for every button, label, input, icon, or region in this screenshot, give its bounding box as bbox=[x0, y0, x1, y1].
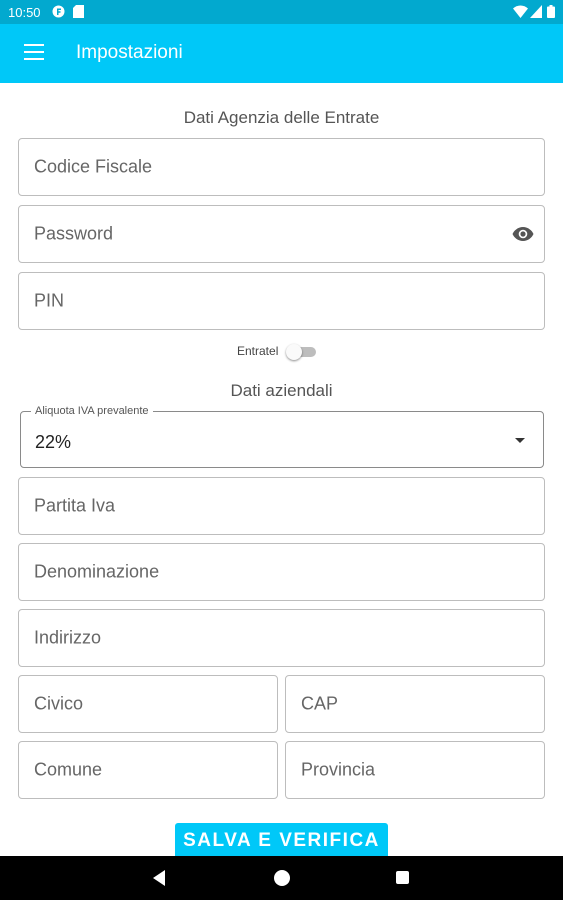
indirizzo-placeholder: Indirizzo bbox=[34, 627, 102, 648]
provincia-field[interactable]: Provincia bbox=[285, 741, 545, 799]
aliquota-iva-label: Aliquota IVA prevalente bbox=[31, 405, 153, 417]
cap-placeholder: CAP bbox=[301, 693, 339, 714]
salva-e-verifica-button[interactable]: SALVA E VERIFICA bbox=[175, 823, 388, 859]
pin-field[interactable]: PIN bbox=[18, 272, 545, 330]
entratel-label: Entratel bbox=[237, 344, 279, 358]
comune-placeholder: Comune bbox=[34, 759, 103, 780]
section-title-agenzia: Dati Agenzia delle Entrate bbox=[183, 108, 380, 127]
entratel-toggle[interactable] bbox=[286, 344, 316, 360]
codice-fiscale-placeholder: Codice Fiscale bbox=[34, 156, 153, 177]
codice-fiscale-field[interactable]: Codice Fiscale bbox=[18, 138, 545, 196]
signal-icon bbox=[530, 5, 542, 18]
wifi-icon bbox=[513, 5, 528, 18]
comune-field[interactable]: Comune bbox=[18, 741, 278, 799]
sd-card-icon bbox=[73, 5, 84, 18]
navigation-bar bbox=[0, 856, 563, 900]
password-field[interactable]: Password bbox=[18, 205, 545, 263]
civico-field[interactable]: Civico bbox=[18, 675, 278, 733]
dropdown-arrow-icon bbox=[515, 438, 525, 443]
toggle-thumb bbox=[286, 344, 302, 360]
cap-field[interactable]: CAP bbox=[285, 675, 545, 733]
eye-icon[interactable] bbox=[512, 226, 534, 242]
page-title: Impostazioni bbox=[76, 42, 183, 63]
status-time: 10:50 bbox=[8, 5, 41, 20]
aliquota-iva-select[interactable]: Aliquota IVA prevalente 22% bbox=[20, 405, 544, 468]
section-title-aziendali: Dati aziendali bbox=[230, 381, 333, 400]
app-bar: Impostazioni bbox=[0, 24, 563, 83]
notification-f-icon bbox=[52, 5, 65, 18]
pin-placeholder: PIN bbox=[34, 290, 65, 311]
password-placeholder: Password bbox=[34, 223, 114, 244]
aliquota-iva-value: 22% bbox=[35, 432, 72, 452]
recent-apps-icon[interactable] bbox=[396, 871, 409, 884]
denominazione-placeholder: Denominazione bbox=[34, 561, 160, 582]
indirizzo-field[interactable]: Indirizzo bbox=[18, 609, 545, 667]
status-bar: 10:50 bbox=[0, 0, 563, 24]
home-icon[interactable] bbox=[274, 870, 290, 886]
provincia-placeholder: Provincia bbox=[301, 759, 376, 780]
battery-icon bbox=[547, 5, 555, 18]
back-icon[interactable] bbox=[153, 870, 165, 886]
partita-iva-placeholder: Partita Iva bbox=[34, 495, 116, 516]
partita-iva-field[interactable]: Partita Iva bbox=[18, 477, 545, 535]
menu-icon[interactable] bbox=[24, 44, 44, 60]
civico-placeholder: Civico bbox=[34, 693, 84, 714]
denominazione-field[interactable]: Denominazione bbox=[18, 543, 545, 601]
